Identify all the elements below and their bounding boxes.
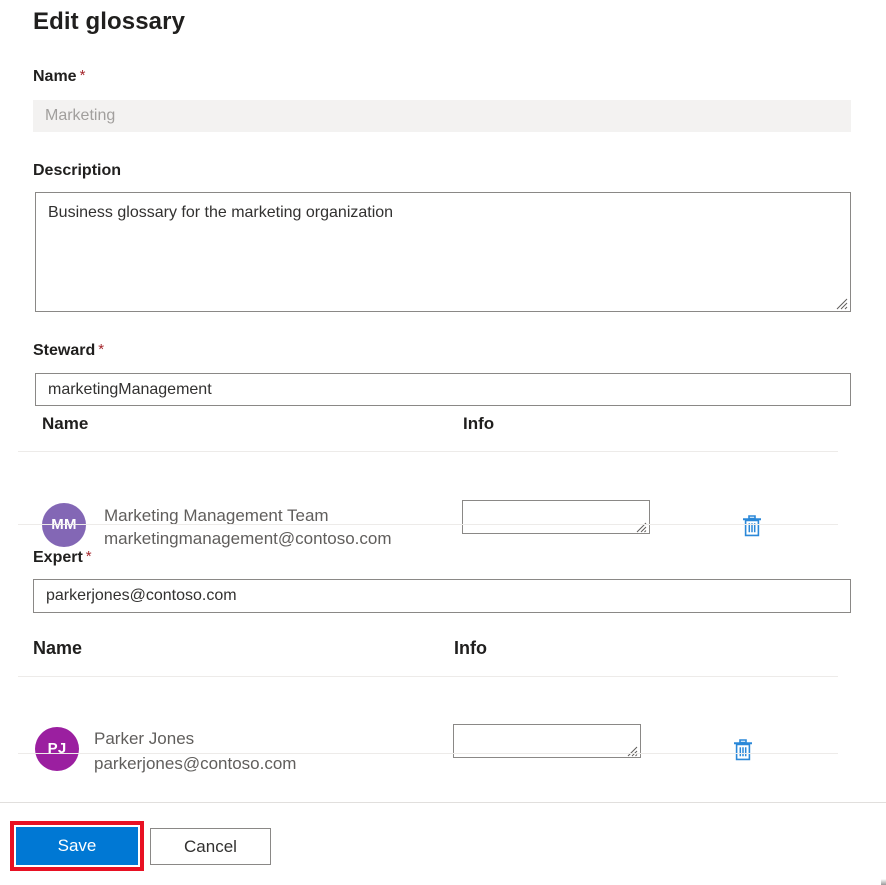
description-field-label: Description bbox=[33, 162, 121, 180]
steward-column-header-name: Name bbox=[42, 414, 88, 434]
name-field-label: Name* bbox=[33, 68, 85, 86]
trash-icon bbox=[741, 514, 763, 538]
avatar: PJ bbox=[35, 727, 79, 771]
expert-column-header-info: Info bbox=[454, 638, 487, 659]
expert-required-asterisk: * bbox=[86, 548, 92, 565]
expert-table-header: Name Info bbox=[0, 638, 886, 672]
corner-artifact bbox=[881, 875, 886, 885]
name-required-asterisk: * bbox=[80, 67, 86, 84]
save-button[interactable]: Save bbox=[16, 827, 138, 865]
expert-label-text: Expert bbox=[33, 549, 83, 566]
steward-input[interactable] bbox=[35, 373, 851, 406]
page-title: Edit glossary bbox=[33, 8, 185, 36]
steward-delete-button[interactable] bbox=[741, 514, 763, 538]
expert-row-divider-top bbox=[18, 676, 838, 677]
footer-divider bbox=[0, 802, 886, 803]
steward-people-table: Name Info MM Marketing Management Team m… bbox=[0, 414, 886, 448]
cancel-button[interactable]: Cancel bbox=[150, 828, 271, 865]
expert-person-email: parkerjones@contoso.com bbox=[94, 754, 296, 774]
expert-delete-button[interactable] bbox=[732, 738, 754, 762]
steward-label-text: Steward bbox=[33, 342, 95, 359]
expert-field-label: Expert* bbox=[33, 549, 92, 567]
expert-people-table: Name Info PJ Parker Jones parkerjones@co… bbox=[0, 638, 886, 672]
name-label-text: Name bbox=[33, 68, 77, 85]
steward-field-label: Steward* bbox=[33, 342, 104, 360]
steward-info-input[interactable] bbox=[462, 500, 650, 534]
trash-icon bbox=[732, 738, 754, 762]
steward-row-divider-bottom bbox=[18, 524, 838, 525]
description-input[interactable] bbox=[35, 192, 851, 312]
steward-required-asterisk: * bbox=[98, 341, 104, 358]
expert-row-divider-bottom bbox=[18, 753, 838, 754]
expert-input[interactable] bbox=[33, 579, 851, 613]
steward-column-header-info: Info bbox=[463, 414, 494, 434]
steward-person-email: marketingmanagement@contoso.com bbox=[104, 529, 392, 549]
name-input[interactable]: Marketing bbox=[33, 100, 851, 132]
expert-person-name: Parker Jones bbox=[94, 729, 194, 749]
description-label-text: Description bbox=[33, 162, 121, 179]
steward-person-name: Marketing Management Team bbox=[104, 506, 329, 526]
steward-row-divider-top bbox=[18, 451, 838, 452]
avatar: MM bbox=[42, 503, 86, 547]
expert-column-header-name: Name bbox=[33, 638, 82, 659]
steward-table-header: Name Info bbox=[0, 414, 886, 448]
